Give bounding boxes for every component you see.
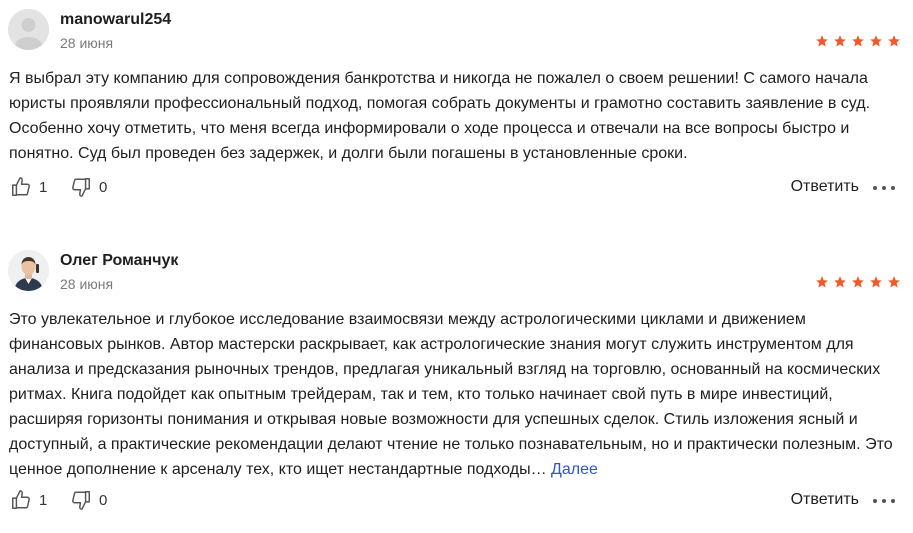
default-avatar-icon	[8, 9, 49, 50]
review-actions: 1 0 Ответить	[0, 176, 913, 200]
read-more-link[interactable]: Далее	[551, 461, 598, 478]
like-button[interactable]: 1	[10, 176, 47, 198]
review-date: 28 июня	[60, 276, 114, 292]
star-icon	[870, 35, 882, 47]
thumbs-down-icon	[72, 178, 90, 197]
review-text: Я выбрал эту компанию для сопровождения …	[9, 66, 899, 166]
star-icon	[888, 35, 900, 47]
dislike-count: 0	[99, 178, 108, 196]
reply-button[interactable]: Ответить	[791, 491, 859, 509]
rating-stars	[815, 34, 901, 48]
like-count: 1	[39, 491, 48, 509]
star-icon	[834, 35, 846, 47]
star-icon	[870, 276, 882, 288]
dislike-count: 0	[99, 491, 108, 509]
avatar[interactable]	[8, 9, 49, 50]
rating-stars	[815, 275, 901, 289]
star-icon	[852, 276, 864, 288]
like-button[interactable]: 1	[10, 489, 47, 511]
dislike-button[interactable]: 0	[70, 489, 107, 511]
review-actions: 1 0 Ответить	[0, 489, 913, 513]
review-text-body: Я выбрал эту компанию для сопровождения …	[9, 70, 871, 162]
thumbs-up-icon	[12, 490, 30, 509]
star-icon	[852, 35, 864, 47]
star-icon	[888, 276, 900, 288]
star-icon	[834, 276, 846, 288]
review-date: 28 июня	[60, 35, 114, 51]
like-count: 1	[39, 178, 48, 196]
star-icon	[816, 35, 828, 47]
review-text-body: Это увлекательное и глубокое исследовани…	[9, 311, 893, 478]
dislike-button[interactable]: 0	[70, 176, 107, 198]
star-icon	[816, 276, 828, 288]
thumbs-up-icon	[12, 177, 30, 196]
review-text: Это увлекательное и глубокое исследовани…	[9, 307, 899, 482]
review-author[interactable]: Олег Романчук	[60, 252, 178, 270]
user-photo-avatar	[8, 250, 49, 291]
more-options-icon[interactable]	[873, 489, 895, 513]
thumbs-down-icon	[72, 491, 90, 510]
avatar[interactable]	[8, 250, 49, 291]
more-options-icon[interactable]	[873, 176, 895, 200]
review-author[interactable]: manowarul254	[60, 11, 171, 29]
reply-button[interactable]: Ответить	[791, 178, 859, 196]
